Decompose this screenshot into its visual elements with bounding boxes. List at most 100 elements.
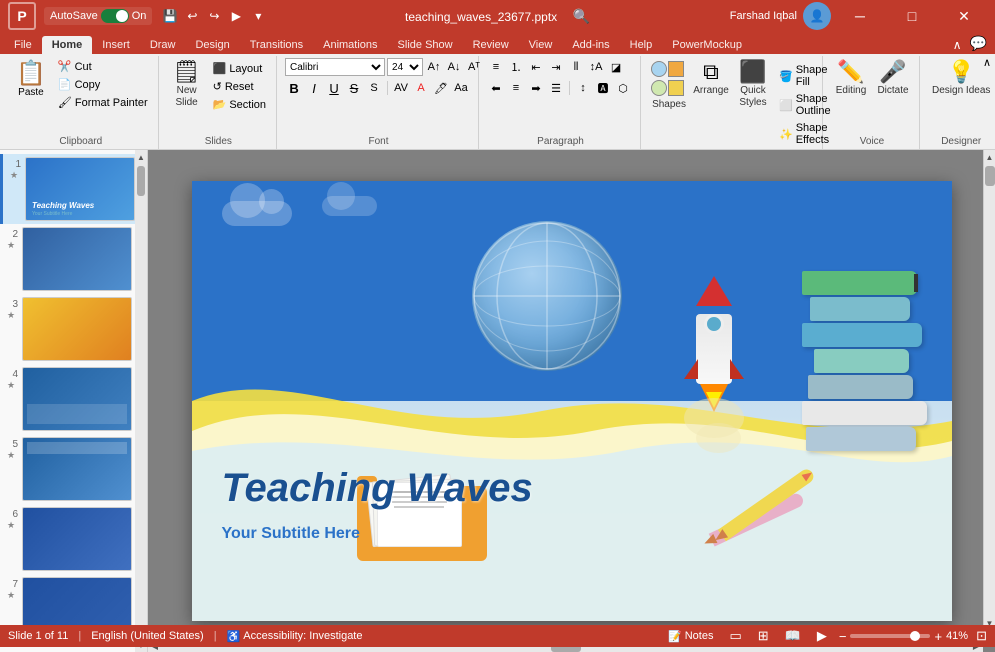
- line-spacing-button[interactable]: ↕: [574, 79, 592, 97]
- align-right-button[interactable]: ➡: [527, 79, 545, 97]
- view-normal-button[interactable]: ▭: [725, 626, 745, 646]
- tab-view[interactable]: View: [519, 36, 563, 54]
- columns-button[interactable]: ⫴: [567, 58, 585, 76]
- format-painter-button[interactable]: 🖌Format Painter: [54, 94, 152, 111]
- quick-styles-button[interactable]: ⬛ QuickStyles: [733, 58, 773, 112]
- tab-draw[interactable]: Draw: [140, 36, 186, 54]
- strikethrough-button[interactable]: S: [345, 79, 363, 97]
- panel-scroll-up[interactable]: ▲: [135, 150, 147, 164]
- slide-item-6[interactable]: 6 ★: [0, 504, 147, 574]
- bold-button[interactable]: B: [285, 79, 303, 97]
- slide-thumbnail-3: [22, 297, 132, 361]
- slide-item-3[interactable]: 3 ★: [0, 294, 147, 364]
- cut-icon: ✂️: [58, 60, 72, 73]
- slide-item-1[interactable]: 1 ★ Teaching Waves Your Subtitle Here: [0, 154, 147, 224]
- ribbon-group-clipboard: 📋 Paste ✂️Cut 📄Copy 🖌Format Painter Clip…: [4, 56, 159, 149]
- zoom-in-button[interactable]: +: [934, 629, 942, 644]
- fit-window-button[interactable]: ⊡: [976, 628, 987, 644]
- slides-content: 🗒 NewSlide ⬛Layout ↺Reset 📂Section: [167, 58, 270, 133]
- tab-design[interactable]: Design: [185, 36, 239, 54]
- view-reading-button[interactable]: 📖: [781, 626, 805, 646]
- cut-button[interactable]: ✂️Cut: [54, 58, 152, 75]
- ribbon-collapse-button[interactable]: ∧: [949, 36, 966, 54]
- decrease-indent-button[interactable]: ⇤: [527, 58, 545, 76]
- shadow-button[interactable]: S: [365, 79, 383, 97]
- autosave-toggle[interactable]: AutoSave On: [44, 7, 152, 25]
- slide-title-container[interactable]: Teaching Waves: [222, 466, 533, 511]
- dictate-button[interactable]: 🎤 Dictate: [873, 58, 913, 100]
- close-button[interactable]: ✕: [941, 0, 987, 32]
- editing-button[interactable]: ✏️ Editing: [831, 58, 871, 100]
- tab-help[interactable]: Help: [620, 36, 663, 54]
- view-slide-sorter-button[interactable]: ⊞: [754, 626, 773, 646]
- italic-button[interactable]: I: [305, 79, 323, 97]
- quick-access-toolbar: 💾 ↩ ↪ ▶ ▾: [160, 6, 268, 26]
- accessibility-button[interactable]: ♿ Accessibility: Investigate: [227, 630, 363, 643]
- arrange-button[interactable]: ⧉ Arrange: [691, 58, 731, 100]
- save-button[interactable]: 💾: [160, 6, 180, 26]
- reset-button[interactable]: ↺Reset: [209, 78, 270, 95]
- slide-canvas[interactable]: Teaching Waves Your Subtitle Here: [192, 181, 952, 621]
- char-spacing-button[interactable]: AV: [392, 79, 410, 97]
- slide-item-5[interactable]: 5 ★: [0, 434, 147, 504]
- slide-item-4[interactable]: 4 ★: [0, 364, 147, 434]
- shapes-button[interactable]: Shapes: [649, 58, 689, 114]
- copy-button[interactable]: 📄Copy: [54, 76, 152, 93]
- slide-subtitle-container[interactable]: Your Subtitle Here: [222, 525, 360, 543]
- tab-review[interactable]: Review: [463, 36, 519, 54]
- bullets-button[interactable]: ≡: [487, 58, 505, 76]
- tab-transitions[interactable]: Transitions: [240, 36, 313, 54]
- section-button[interactable]: 📂Section: [209, 96, 270, 113]
- globe-lines: [472, 221, 622, 371]
- align-left-button[interactable]: ⬅: [487, 79, 505, 97]
- convert-to-smartart-button[interactable]: ⬡: [614, 79, 632, 97]
- autosave-switch[interactable]: [101, 9, 129, 23]
- maximize-button[interactable]: □: [889, 0, 935, 32]
- smart-art-button[interactable]: ◪: [607, 58, 625, 76]
- increase-indent-button[interactable]: ⇥: [547, 58, 565, 76]
- tab-home[interactable]: Home: [42, 36, 93, 54]
- underline-button[interactable]: U: [325, 79, 343, 97]
- slide-number-5: 5: [4, 437, 18, 450]
- tab-insert[interactable]: Insert: [92, 36, 140, 54]
- slide-item-2[interactable]: 2 ★: [0, 224, 147, 294]
- font-size-select[interactable]: 24: [387, 58, 423, 76]
- panel-scroll-thumb[interactable]: [137, 166, 145, 196]
- tab-slideshow[interactable]: Slide Show: [388, 36, 463, 54]
- help-icon[interactable]: 💬: [966, 33, 991, 54]
- title-bar-left: P AutoSave On 💾 ↩ ↪ ▶ ▾: [8, 2, 334, 30]
- tab-file[interactable]: File: [4, 36, 42, 54]
- paste-button[interactable]: 📋 Paste: [10, 58, 52, 101]
- layout-button[interactable]: ⬛Layout: [209, 60, 270, 77]
- decrease-font-button[interactable]: A↓: [445, 58, 463, 76]
- tab-powermockup[interactable]: PowerMockup: [662, 36, 752, 54]
- numbering-button[interactable]: ⒈: [507, 58, 525, 76]
- zoom-out-button[interactable]: −: [839, 629, 847, 644]
- text-direction-button[interactable]: ↕A: [587, 58, 605, 76]
- justify-button[interactable]: ☰: [547, 79, 565, 97]
- view-slideshow-button[interactable]: ▶: [813, 626, 831, 646]
- avatar[interactable]: 👤: [803, 2, 831, 30]
- search-icon[interactable]: 🔍: [573, 8, 590, 24]
- notes-button[interactable]: 📝 Notes: [664, 628, 717, 645]
- redo-button[interactable]: ↪: [204, 6, 224, 26]
- minimize-button[interactable]: ─: [837, 0, 883, 32]
- canvas-scroll-up[interactable]: ▲: [984, 150, 995, 164]
- tab-animations[interactable]: Animations: [313, 36, 387, 54]
- ribbon-scroll-up[interactable]: ∧: [983, 56, 991, 69]
- section-icon: 📂: [213, 98, 227, 111]
- font-color-button[interactable]: A: [412, 79, 430, 97]
- text-highlight-button[interactable]: 🖊: [432, 79, 450, 97]
- present-button[interactable]: ▶: [226, 6, 246, 26]
- font-name-select[interactable]: Calibri: [285, 58, 385, 76]
- align-center-button[interactable]: ≡: [507, 79, 525, 97]
- font-size-aa-button[interactable]: Aa: [452, 79, 470, 97]
- undo-button[interactable]: ↩: [182, 6, 202, 26]
- increase-font-button[interactable]: A↑: [425, 58, 443, 76]
- zoom-slider[interactable]: [850, 634, 930, 638]
- customize-quick-access-button[interactable]: ▾: [248, 6, 268, 26]
- canvas-vscroll-thumb[interactable]: [985, 166, 995, 186]
- tab-addins[interactable]: Add-ins: [562, 36, 619, 54]
- text-shade-button[interactable]: 🅰: [594, 79, 612, 97]
- new-slide-button[interactable]: 🗒 NewSlide: [167, 58, 207, 112]
